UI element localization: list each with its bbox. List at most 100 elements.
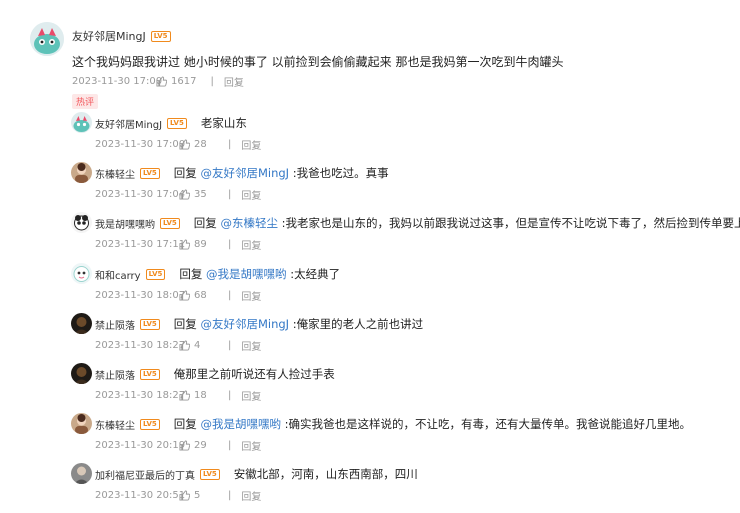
reply-body: :确实我爸也是这样说的，不让吃，有毒，还有大量传单。我爸说能追好几里地。 xyxy=(284,417,691,431)
username[interactable]: 禁止陨落 xyxy=(95,367,135,382)
reply-prefix: 回复 xyxy=(173,166,197,180)
reply-header: 加利福尼亚最后的丁真 LV5 安徽北部，河南，山东西南部，四川 xyxy=(95,466,418,482)
level-badge: LV5 xyxy=(200,468,220,480)
avatar[interactable] xyxy=(30,22,64,56)
thumbs-up-icon xyxy=(156,76,167,87)
reply-meta: 2023-11-30 18:27 4 | 回复 xyxy=(95,338,261,353)
reply-meta: 2023-11-30 18:07 68 | 回复 xyxy=(95,288,261,303)
mention-link[interactable]: @东榛轻尘 xyxy=(220,216,278,230)
mention-link[interactable]: @友好邻居MingJ xyxy=(200,166,289,180)
like-button[interactable]: 29 xyxy=(179,440,214,451)
comment-meta: 2023-11-30 17:00 1617 | 回复 xyxy=(72,74,244,89)
reply-body: 老家山东 xyxy=(200,116,247,130)
avatar[interactable] xyxy=(71,313,92,334)
divider: | xyxy=(228,390,232,401)
hot-comment-badge: 热评 xyxy=(72,94,99,109)
like-button[interactable]: 35 xyxy=(179,189,214,200)
level-badge: LV5 xyxy=(140,167,160,179)
like-button[interactable]: 5 xyxy=(179,490,214,501)
username[interactable]: 禁止陨落 xyxy=(95,317,135,332)
reply-meta: 2023-11-30 17:00 28 | 回复 xyxy=(95,137,261,152)
avatar[interactable] xyxy=(71,112,92,133)
reply-button[interactable]: 回复 xyxy=(241,237,261,252)
reply-text: 回复 @友好邻居MingJ :俺家里的老人之前也讲过 xyxy=(174,316,423,332)
reply-button[interactable]: 回复 xyxy=(241,488,261,503)
divider: | xyxy=(228,139,232,150)
timestamp: 2023-11-30 18:07 xyxy=(95,290,186,301)
thumbs-up-icon xyxy=(179,440,190,451)
divider: | xyxy=(210,76,214,87)
like-count: 5 xyxy=(194,490,201,501)
reply-header: 禁止陨落 LV5 俺那里之前听说还有人捡过手表 xyxy=(95,366,335,382)
comment-text: 这个我妈妈跟我讲过 她小时候的事了 以前捡到会偷偷藏起来 那也是我妈第一次吃到牛… xyxy=(72,55,564,69)
like-button[interactable]: 68 xyxy=(179,290,214,301)
reply-prefix: 回复 xyxy=(173,417,197,431)
like-count: 1617 xyxy=(171,76,197,87)
reply-body: :我爸也吃过。真事 xyxy=(292,166,389,180)
reply-header: 禁止陨落 LV5 回复 @友好邻居MingJ :俺家里的老人之前也讲过 xyxy=(95,316,423,332)
avatar[interactable] xyxy=(71,162,92,183)
mention-link[interactable]: @我是胡嘿嘿哟 xyxy=(200,417,281,431)
level-badge: LV5 xyxy=(167,117,187,129)
like-button[interactable]: 28 xyxy=(179,139,214,150)
reply-button[interactable]: 回复 xyxy=(224,74,244,89)
username[interactable]: 友好邻居MingJ xyxy=(72,28,146,44)
like-button[interactable]: 1617 xyxy=(156,76,196,87)
reply-button[interactable]: 回复 xyxy=(241,388,261,403)
reply-header: 和和carry LV5 回复 @我是胡嘿嘿哟 :太经典了 xyxy=(95,266,340,282)
like-count: 29 xyxy=(194,440,207,451)
like-button[interactable]: 18 xyxy=(179,390,214,401)
mention-link[interactable]: @我是胡嘿嘿哟 xyxy=(206,267,287,281)
thumbs-up-icon xyxy=(179,139,190,150)
mention-link[interactable]: @友好邻居MingJ xyxy=(200,317,289,331)
timestamp: 2023-11-30 17:00 xyxy=(95,139,186,150)
thumbs-up-icon xyxy=(179,390,190,401)
divider: | xyxy=(228,290,232,301)
divider: | xyxy=(228,440,232,451)
like-count: 68 xyxy=(194,290,207,301)
reply-prefix: 回复 xyxy=(173,317,197,331)
avatar[interactable] xyxy=(71,363,92,384)
thumbs-up-icon xyxy=(179,340,190,351)
like-count: 35 xyxy=(194,189,207,200)
reply-button[interactable]: 回复 xyxy=(241,187,261,202)
divider: | xyxy=(228,189,232,200)
reply-button[interactable]: 回复 xyxy=(241,438,261,453)
reply-button[interactable]: 回复 xyxy=(241,137,261,152)
level-badge: LV5 xyxy=(150,30,171,42)
like-count: 89 xyxy=(194,239,207,250)
divider: | xyxy=(228,490,232,501)
username[interactable]: 我是胡嘿嘿哟 xyxy=(95,216,155,231)
reply-text: 回复 @我是胡嘿嘿哟 :确实我爸也是这样说的，不让吃，有毒，还有大量传单。我爸说… xyxy=(174,416,691,432)
divider: | xyxy=(228,239,232,250)
like-count: 18 xyxy=(194,390,207,401)
reply-button[interactable]: 回复 xyxy=(241,338,261,353)
reply-meta: 2023-11-30 20:19 29 | 回复 xyxy=(95,438,261,453)
reply-button[interactable]: 回复 xyxy=(241,288,261,303)
timestamp: 2023-11-30 17:04 xyxy=(95,189,186,200)
like-count: 4 xyxy=(194,340,201,351)
reply-body: :太经典了 xyxy=(290,267,341,281)
reply-body: 安徽北部，河南，山东西南部，四川 xyxy=(233,467,418,481)
avatar[interactable] xyxy=(71,463,92,484)
reply-text: 安徽北部，河南，山东西南部，四川 xyxy=(234,466,418,482)
level-badge: LV5 xyxy=(140,368,160,380)
reply-meta: 2023-11-30 17:04 35 | 回复 xyxy=(95,187,261,202)
timestamp: 2023-11-30 17:00 xyxy=(72,76,163,87)
reply-header: 东榛轻尘 LV5 回复 @友好邻居MingJ :我爸也吃过。真事 xyxy=(95,165,389,181)
reply-text: 回复 @我是胡嘿嘿哟 :太经典了 xyxy=(179,266,340,282)
username[interactable]: 友好邻居MingJ xyxy=(95,116,162,131)
avatar[interactable] xyxy=(71,212,92,233)
username[interactable]: 加利福尼亚最后的丁真 xyxy=(95,467,195,482)
level-badge: LV5 xyxy=(140,318,160,330)
username[interactable]: 东榛轻尘 xyxy=(95,417,135,432)
avatar[interactable] xyxy=(71,413,92,434)
level-badge: LV5 xyxy=(160,217,180,229)
username[interactable]: 和和carry xyxy=(95,267,141,282)
reply-text: 老家山东 xyxy=(201,115,247,131)
username[interactable]: 东榛轻尘 xyxy=(95,166,135,181)
like-button[interactable]: 89 xyxy=(179,239,214,250)
avatar[interactable] xyxy=(71,263,92,284)
thumbs-up-icon xyxy=(179,490,190,501)
like-button[interactable]: 4 xyxy=(179,340,214,351)
